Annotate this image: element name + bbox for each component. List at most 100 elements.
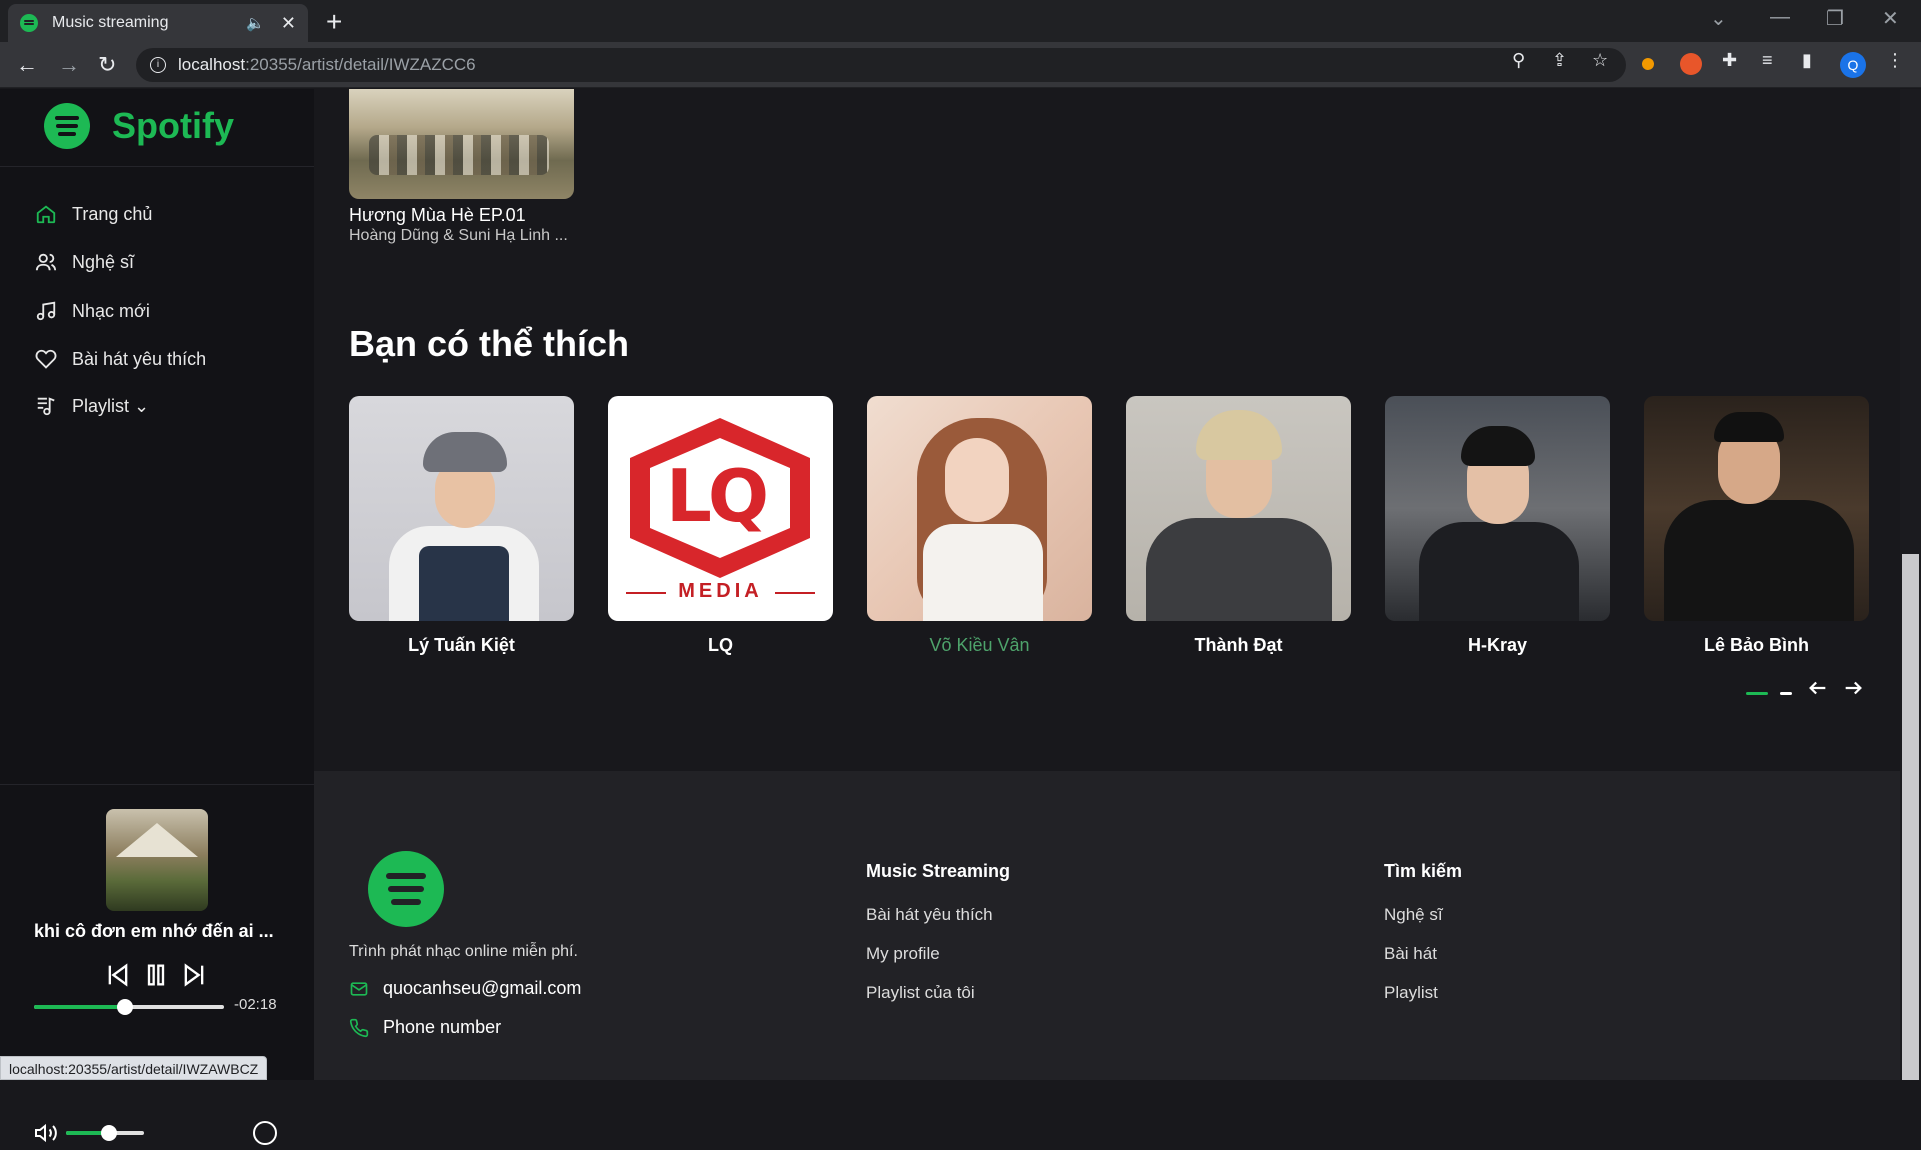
artist-name: LQ [708,635,733,655]
album-title[interactable]: Hương Mùa Hè EP.01 [349,205,526,226]
previous-track-button[interactable] [104,961,132,994]
extension-1-icon[interactable] [1642,58,1654,70]
media-control-icon[interactable]: ≡ [1762,50,1773,71]
sidebar-item-label: Nhạc mới [72,300,150,321]
divider [0,166,314,167]
footer-spotify-logo-icon[interactable] [368,851,444,927]
divider [0,784,314,785]
footer-col-title: Music Streaming [866,861,1011,881]
footer-email[interactable]: quocanhseu@gmail.com [349,978,581,999]
playlist-icon [34,394,58,418]
sidebar-item-favorites[interactable]: Bài hát yêu thích [34,347,206,371]
footer-col-title: Tìm kiếm [1384,861,1463,881]
zoom-icon[interactable]: ⚲ [1512,50,1525,71]
sidebar-item-playlist[interactable]: Playlist ⌄ [34,394,149,418]
status-bar-url: localhost:20355/artist/detail/IWZAWBCZ [0,1056,268,1080]
sidebar-item-label: Trang chủ [72,203,153,224]
artist-name: Võ Kiều Vân [929,635,1030,655]
queue-icon[interactable] [253,1121,277,1145]
artist-card[interactable]: LQ MEDIA LQ [608,396,833,656]
now-playing-title[interactable]: khi cô đơn em nhớ đến ai ... [34,921,284,942]
scrollbar-thumb[interactable] [1902,554,1919,1080]
footer-email-text: quocanhseu@gmail.com [383,978,582,998]
tab-search-icon[interactable]: ⌄ [1710,6,1727,31]
close-tab-icon[interactable]: ✕ [281,13,296,34]
footer-link-favorites[interactable]: Bài hát yêu thích [866,905,993,925]
sidebar-item-new-music[interactable]: Nhạc mới [34,299,150,323]
next-track-button[interactable] [180,961,208,994]
brand-logo[interactable]: Spotify [44,103,234,149]
tab-audio-icon[interactable]: 🔈 [246,14,265,32]
spotify-logo-icon [44,103,90,149]
close-window-button[interactable]: ✕ [1882,6,1899,31]
footer-link-my-playlist[interactable]: Playlist của tôi [866,983,975,1003]
home-icon [34,202,58,226]
bookmark-star-icon[interactable]: ☆ [1592,50,1608,71]
logo-lettering: LQ [666,454,769,538]
artist-name: Thành Đạt [1194,635,1283,655]
sidebar-item-home[interactable]: Trang chủ [34,202,152,226]
footer-phone-text: Phone number [383,1017,502,1037]
side-panel-icon[interactable]: ▮ [1802,50,1812,71]
volume-thumb[interactable] [100,1125,117,1141]
artist-photo [1126,396,1351,621]
minimize-button[interactable]: — [1770,6,1790,29]
carousel-dot[interactable] [1780,692,1792,695]
reload-button[interactable]: ↻ [98,52,116,78]
artist-card[interactable]: Võ Kiều Vân [867,396,1092,656]
artist-card[interactable]: Lê Bảo Bình [1644,396,1869,656]
progress-thumb[interactable] [117,999,134,1015]
artist-photo: LQ MEDIA [608,396,833,621]
spotify-favicon-icon [20,14,38,32]
now-playing-cover[interactable] [106,809,208,911]
share-icon[interactable]: ⇪ [1552,50,1567,71]
artist-name: Lê Bảo Bình [1703,635,1809,655]
volume-slider[interactable] [66,1125,144,1141]
footer-link-playlist[interactable]: Playlist [1384,983,1438,1003]
restore-button[interactable]: ❐ [1826,6,1844,31]
progress-slider[interactable] [34,999,224,1015]
time-remaining: -02:18 [234,996,277,1013]
extensions-puzzle-icon[interactable]: ✚ [1722,50,1737,71]
sidebar-item-label: Playlist ⌄ [72,395,150,416]
site-info-icon[interactable]: i [150,57,166,73]
sidebar-item-label: Nghệ sĩ [72,251,135,272]
footer-phone[interactable]: Phone number [349,1017,501,1038]
volume-icon[interactable] [34,1121,58,1150]
url-host: localhost [178,55,246,74]
tab-title: Music streaming [52,14,169,31]
pause-button[interactable] [142,961,170,994]
carousel-prev-button[interactable] [1807,677,1829,704]
artist-photo [349,396,574,621]
footer-link-profile[interactable]: My profile [866,944,940,964]
sidebar: Spotify Trang chủ Nghệ sĩ Nhạc mới Bài h… [0,89,314,1145]
mail-icon [350,981,368,996]
carousel-next-button[interactable] [1842,677,1864,704]
menu-kebab-icon[interactable]: ⋮ [1886,50,1904,71]
artist-card[interactable]: Thành Đạt [1126,396,1351,656]
browser-tab[interactable]: Music streaming 🔈 ✕ [8,4,308,42]
artist-card[interactable]: H-Kray [1385,396,1610,656]
profile-avatar[interactable]: Q [1840,52,1866,78]
section-title: Bạn có thể thích [349,323,630,364]
phone-icon [349,1018,369,1037]
artist-card[interactable]: Lý Tuấn Kiệt [349,396,574,656]
url-field[interactable]: i localhost:20355/artist/detail/IWZAZCC6 [136,48,1626,82]
back-button[interactable]: ← [16,52,38,78]
forward-button[interactable]: → [58,52,80,78]
album-cover[interactable] [349,89,574,199]
page-scrollbar[interactable] [1900,89,1921,1080]
artist-photo [1385,396,1610,621]
sidebar-item-artists[interactable]: Nghệ sĩ [34,250,134,274]
footer-link-artists[interactable]: Nghệ sĩ [1384,905,1443,925]
brand-name: Spotify [112,105,234,146]
new-tab-button[interactable]: + [326,6,342,38]
music-note-icon [34,299,58,323]
url-path: :20355/artist/detail/IWZAZCC6 [245,55,476,74]
extension-2-icon[interactable] [1680,53,1702,75]
footer-link-songs[interactable]: Bài hát [1384,944,1437,964]
album-artists: Hoàng Dũng & Suni Hạ Linh ... [349,227,568,244]
footer-tagline: Trình phát nhạc online miễn phí. [349,943,578,960]
footer: Trình phát nhạc online miễn phí. quocanh… [314,771,1900,1080]
carousel-dot-active[interactable] [1746,692,1768,695]
